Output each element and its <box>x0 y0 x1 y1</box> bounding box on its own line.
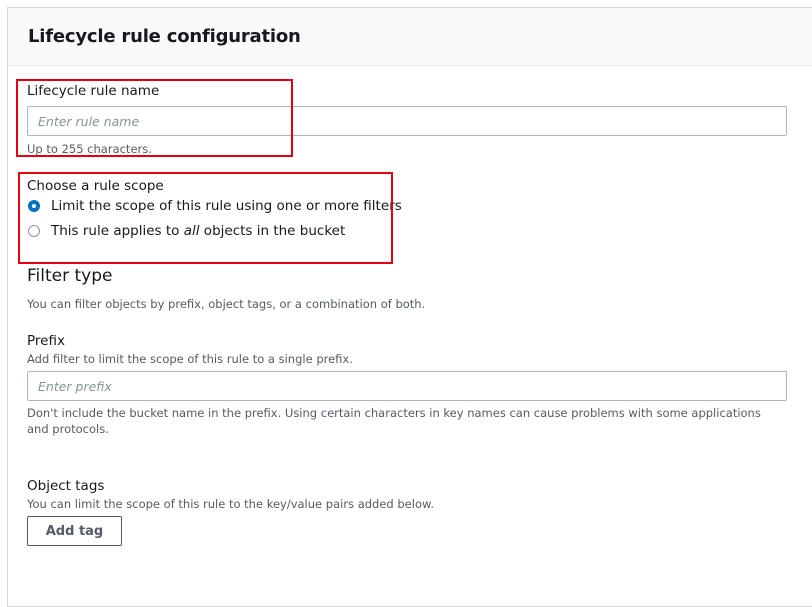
prefix-input[interactable] <box>27 371 787 401</box>
highlight-box-rule-name <box>16 79 293 157</box>
prefix-label: Prefix <box>27 333 65 349</box>
filter-type-heading: Filter type <box>27 266 113 286</box>
prefix-hint: Don't include the bucket name in the pre… <box>27 406 761 436</box>
panel-header: Lifecycle rule configuration <box>8 8 812 66</box>
highlight-box-rule-scope <box>18 172 393 264</box>
add-tag-button[interactable]: Add tag <box>27 516 122 546</box>
filter-type-description: You can filter objects by prefix, object… <box>27 297 426 311</box>
object-tags-label: Object tags <box>27 478 105 494</box>
panel-title: Lifecycle rule configuration <box>28 26 301 47</box>
prefix-description: Add filter to limit the scope of this ru… <box>27 352 353 366</box>
object-tags-description: You can limit the scope of this rule to … <box>27 497 434 511</box>
